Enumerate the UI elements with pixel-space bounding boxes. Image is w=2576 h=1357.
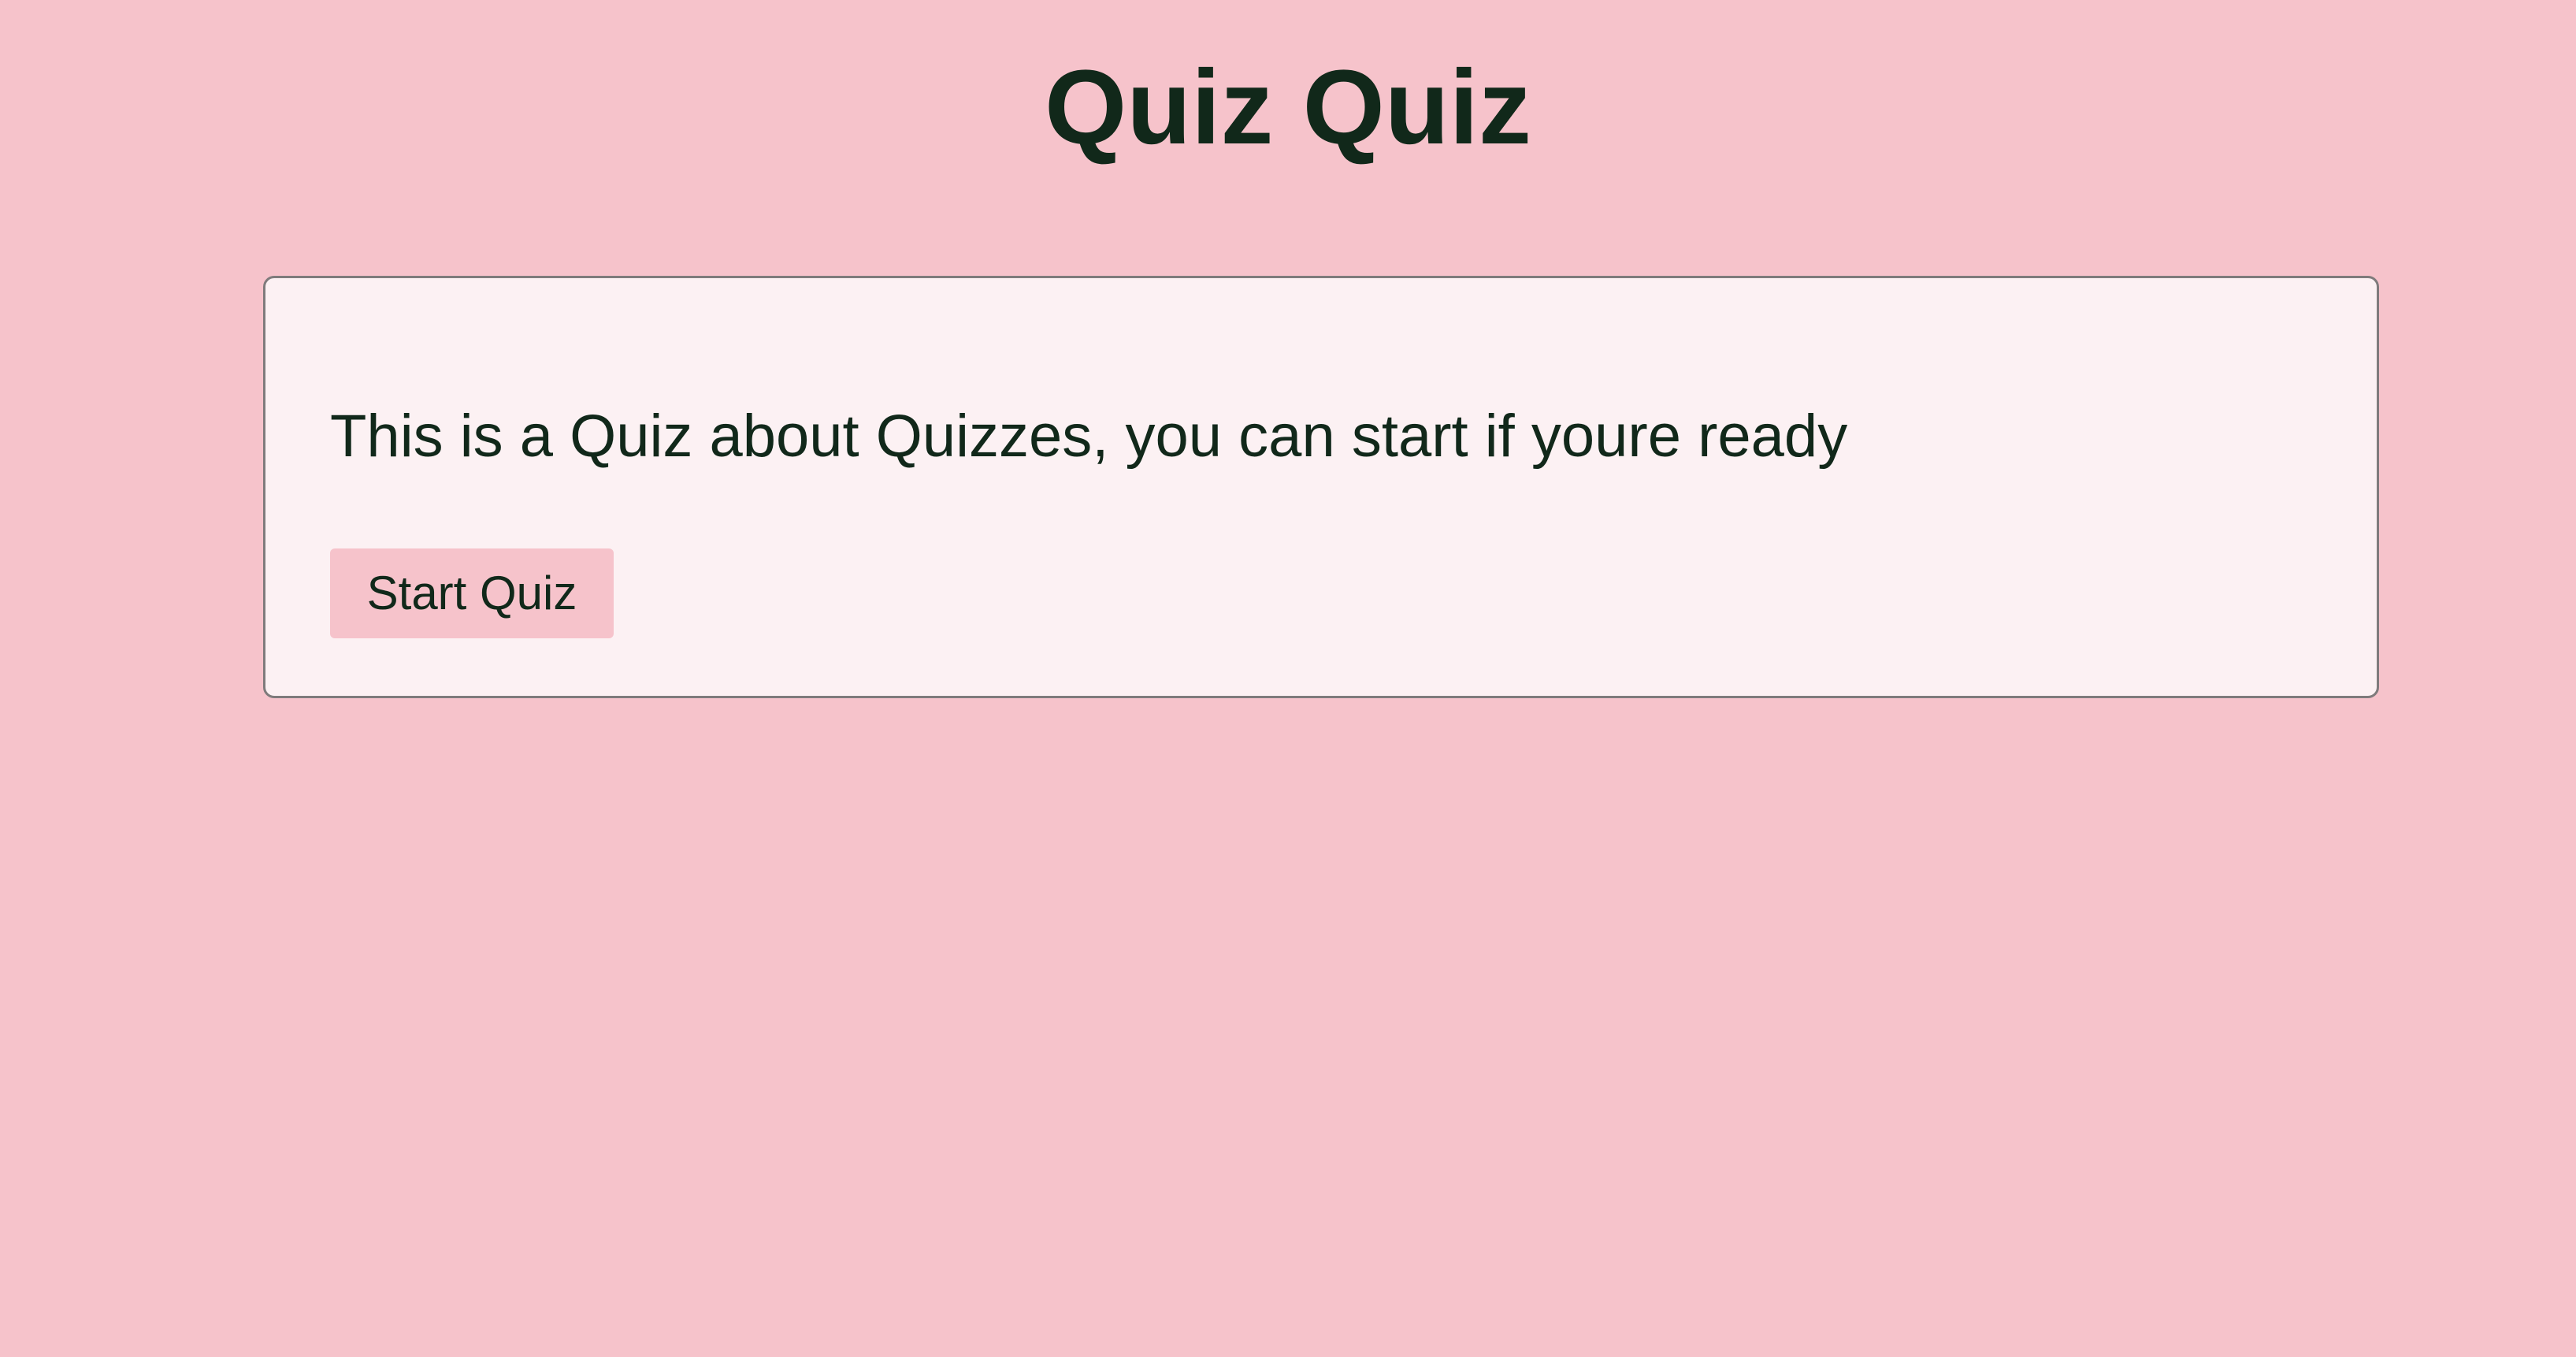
page-title: Quiz Quiz xyxy=(1045,49,1531,166)
quiz-intro-text: This is a Quiz about Quizzes, you can st… xyxy=(330,403,1848,470)
quiz-intro-card: This is a Quiz about Quizzes, you can st… xyxy=(263,276,2379,698)
start-quiz-button[interactable]: Start Quiz xyxy=(330,548,614,638)
